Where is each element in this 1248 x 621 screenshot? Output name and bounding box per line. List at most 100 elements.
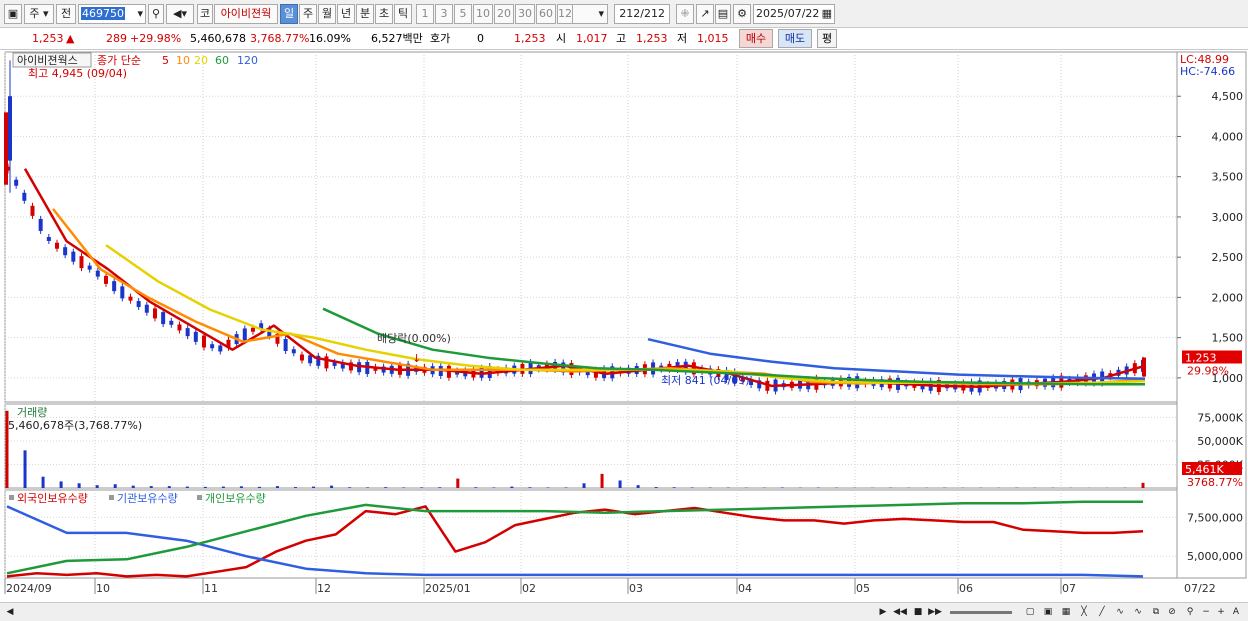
period-button[interactable]: 년 [337,4,355,24]
low-label: 저 [677,32,688,45]
step-back-icon[interactable]: ◀◀ [893,605,907,619]
speaker-icon[interactable]: ◀▾ [166,4,194,24]
candle-body [128,296,133,301]
interval-button[interactable]: 10 [473,4,493,24]
interval-button[interactable]: 20 [494,4,514,24]
interval-button[interactable]: 1 [416,4,434,24]
ma-period-label: 10 [176,54,190,67]
period-button[interactable]: 분 [356,4,374,24]
volume-bar [492,487,496,488]
text-tool-icon[interactable]: A [1229,605,1243,619]
copy-icon[interactable]: ⧉ [1149,605,1163,619]
volume-bar [330,485,334,488]
candle-body [161,312,166,325]
sell-button[interactable]: 매도 [778,29,812,48]
volume-bar [23,450,27,488]
volume-bar [456,478,460,488]
price-tick-label: 3,500 [1212,171,1244,184]
volume-bar [690,487,694,488]
volume-summary: 5,460,678주(3,768.77%) [8,419,142,432]
volume-bar [41,476,45,488]
volume-bar [582,483,586,488]
x-axis-label: 02 [522,582,536,595]
stock-name[interactable]: 아이비젼웍 [214,4,278,24]
dividend-marker: 배당락(0.00%) [377,332,451,345]
interval-select[interactable]: ▾ [572,4,608,24]
search-icon[interactable]: ⚲ [148,4,164,24]
candle-body [308,355,313,364]
grid-icon[interactable]: ▦ [1059,605,1073,619]
scroll-left-icon[interactable]: ◀ [3,605,17,619]
count-value: 212 [619,7,641,20]
chart-area[interactable]: 2024/09 10 11 12 2025/01 02 03 04 05 06 07 07/22 4,5… [0,50,1248,602]
volume-bar [77,483,81,488]
save-icon[interactable]: ▤ [715,4,731,24]
interval-button[interactable]: 30 [515,4,535,24]
magnify-icon[interactable]: ⚲ [1183,605,1197,619]
candle-body [63,247,68,256]
stop-icon[interactable]: ■ [911,605,925,619]
candle-body [144,304,149,313]
last-pct-tag: 29.98% [1187,365,1229,378]
candle-body [4,112,8,185]
ma-period-label: 60 [215,54,229,67]
gear-icon[interactable]: ⚙ [733,4,751,24]
x-axis-label: 2025/01 [425,582,471,595]
zoom-slider[interactable] [950,611,1012,614]
period-button[interactable]: 일 [280,4,298,24]
price-tick-label: 4,000 [1212,130,1244,143]
date-field[interactable]: 2025/07/22 ▦ [753,4,835,24]
interval-button[interactable]: 60 [536,4,556,24]
candle-body [242,328,247,341]
indicator-icon[interactable]: ⁜ [676,4,694,24]
volume-bar [672,487,676,488]
current-price: 1,253 [32,32,64,45]
zoom-in-icon[interactable]: + [1214,605,1228,619]
type-select[interactable]: 주 ▾ [24,4,54,24]
code-dropdown-icon[interactable]: ▾ [137,5,143,23]
zoom-out-icon[interactable]: − [1199,605,1213,619]
period-button[interactable]: 월 [318,4,336,24]
price-info-bar: 1,253 ▲ 289 +29.98% 5,460,678 3,768.77% … [0,28,1248,50]
calendar-icon[interactable]: ▦ [822,5,832,23]
period-button[interactable]: 초 [375,4,393,24]
fib-icon[interactable]: ∿ [1131,605,1145,619]
draw-tool-icon[interactable]: ↗ [696,4,714,24]
buy-button[interactable]: 매수 [739,29,773,48]
wave-icon[interactable]: ∿ [1113,605,1127,619]
volume-bar [402,487,406,488]
layout-icon[interactable]: ▢ [1023,605,1037,619]
price-tick-label: 4,500 [1212,90,1244,103]
volume-bar [275,486,279,488]
amount-value: 6,527백만 [371,32,423,45]
x-axis-label: 06 [959,582,973,595]
crosshair-icon[interactable]: ╳ [1077,605,1091,619]
chart-menu-icon[interactable]: ▣ [4,4,22,24]
trendline-icon[interactable]: ╱ [1095,605,1109,619]
count-field[interactable]: 212/212 [614,4,670,24]
interval-button[interactable]: 3 [435,4,453,24]
candle-body [54,242,59,249]
scroll-right-icon[interactable]: ▶ [876,605,890,619]
volume-bar [546,487,550,488]
step-forward-icon[interactable]: ▶▶ [928,605,942,619]
volume-bar [654,487,658,488]
volume-bar [131,485,135,488]
period-button[interactable]: 틱 [394,4,412,24]
code-value: 469750 [81,7,125,20]
evaluate-button[interactable]: 평 [817,29,837,48]
delete-icon[interactable]: ⊘ [1165,605,1179,619]
chart-svg[interactable]: 2024/09 10 11 12 2025/01 02 03 04 05 06 07 07/22 4,5… [0,50,1248,602]
split-icon[interactable]: ▣ [1041,605,1055,619]
volume-bar [438,487,442,488]
prev-button[interactable]: 전 [56,4,76,24]
ma-period-label: 120 [237,54,258,67]
price-tick-label: 3,000 [1212,211,1244,224]
x-axis-label: 03 [629,582,643,595]
interval-button[interactable]: 5 [454,4,472,24]
volume-bar [239,486,243,488]
market-label[interactable]: 코 [197,4,213,24]
period-button[interactable]: 주 [299,4,317,24]
price-tick-label: 1,500 [1212,332,1244,345]
code-input[interactable]: 469750 ▾ [78,4,146,24]
